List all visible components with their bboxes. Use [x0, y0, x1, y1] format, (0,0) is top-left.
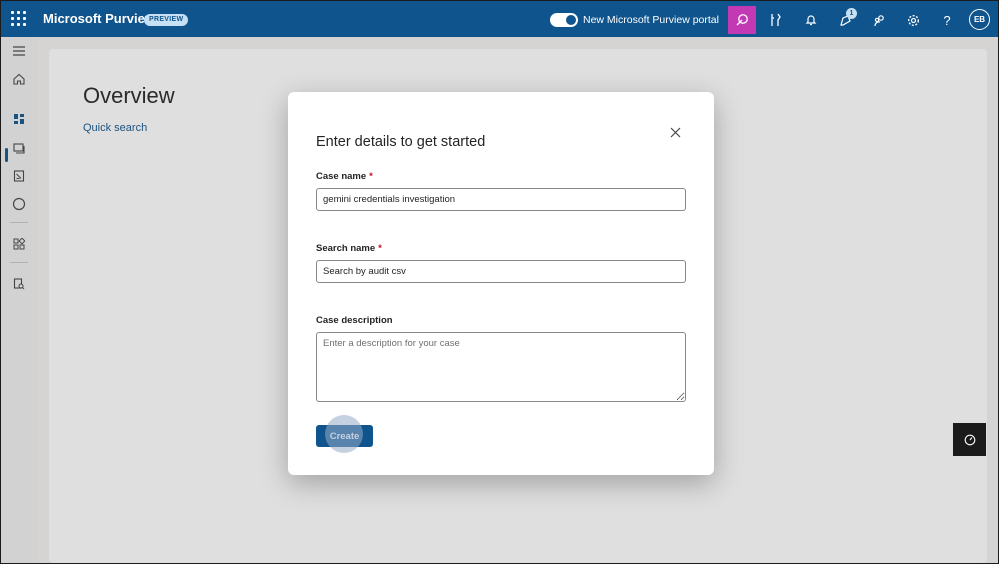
case-name-label-text: Case name — [316, 171, 367, 182]
tools-icon[interactable] — [763, 7, 789, 33]
search-name-input[interactable] — [316, 260, 686, 283]
case-description-input[interactable] — [316, 332, 686, 402]
case-details-dialog: Enter details to get started Case name * … — [288, 92, 714, 475]
search-name-label: Search name * — [316, 243, 382, 254]
people-icon[interactable] — [866, 7, 892, 33]
app-window: Microsoft Purview PREVIEW New Microsoft … — [0, 0, 999, 564]
app-title[interactable]: Microsoft Purview — [43, 11, 155, 26]
preview-badge: PREVIEW — [144, 14, 189, 26]
case-description-label: Case description — [316, 315, 393, 326]
required-marker: * — [369, 171, 373, 182]
portal-toggle[interactable] — [550, 13, 578, 27]
gear-icon[interactable] — [900, 7, 926, 33]
close-icon[interactable] — [664, 121, 686, 143]
gauge-icon — [964, 434, 975, 445]
copilot-icon[interactable] — [728, 6, 756, 34]
case-name-input[interactable] — [316, 188, 686, 211]
avatar[interactable]: EB — [969, 9, 990, 30]
create-button[interactable]: Create — [316, 425, 373, 447]
bell-icon[interactable] — [798, 7, 824, 33]
top-bar: Microsoft Purview PREVIEW New Microsoft … — [1, 1, 998, 37]
dialog-title: Enter details to get started — [316, 134, 486, 150]
required-marker: * — [378, 243, 382, 254]
search-name-label-text: Search name — [316, 243, 376, 254]
waffle-icon[interactable] — [11, 11, 27, 27]
help-icon[interactable]: ? — [934, 7, 960, 33]
notification-count-badge: 1 — [846, 8, 857, 19]
feedback-button[interactable] — [953, 423, 986, 456]
portal-toggle-label: New Microsoft Purview portal — [583, 14, 719, 26]
case-name-label: Case name * — [316, 171, 373, 182]
